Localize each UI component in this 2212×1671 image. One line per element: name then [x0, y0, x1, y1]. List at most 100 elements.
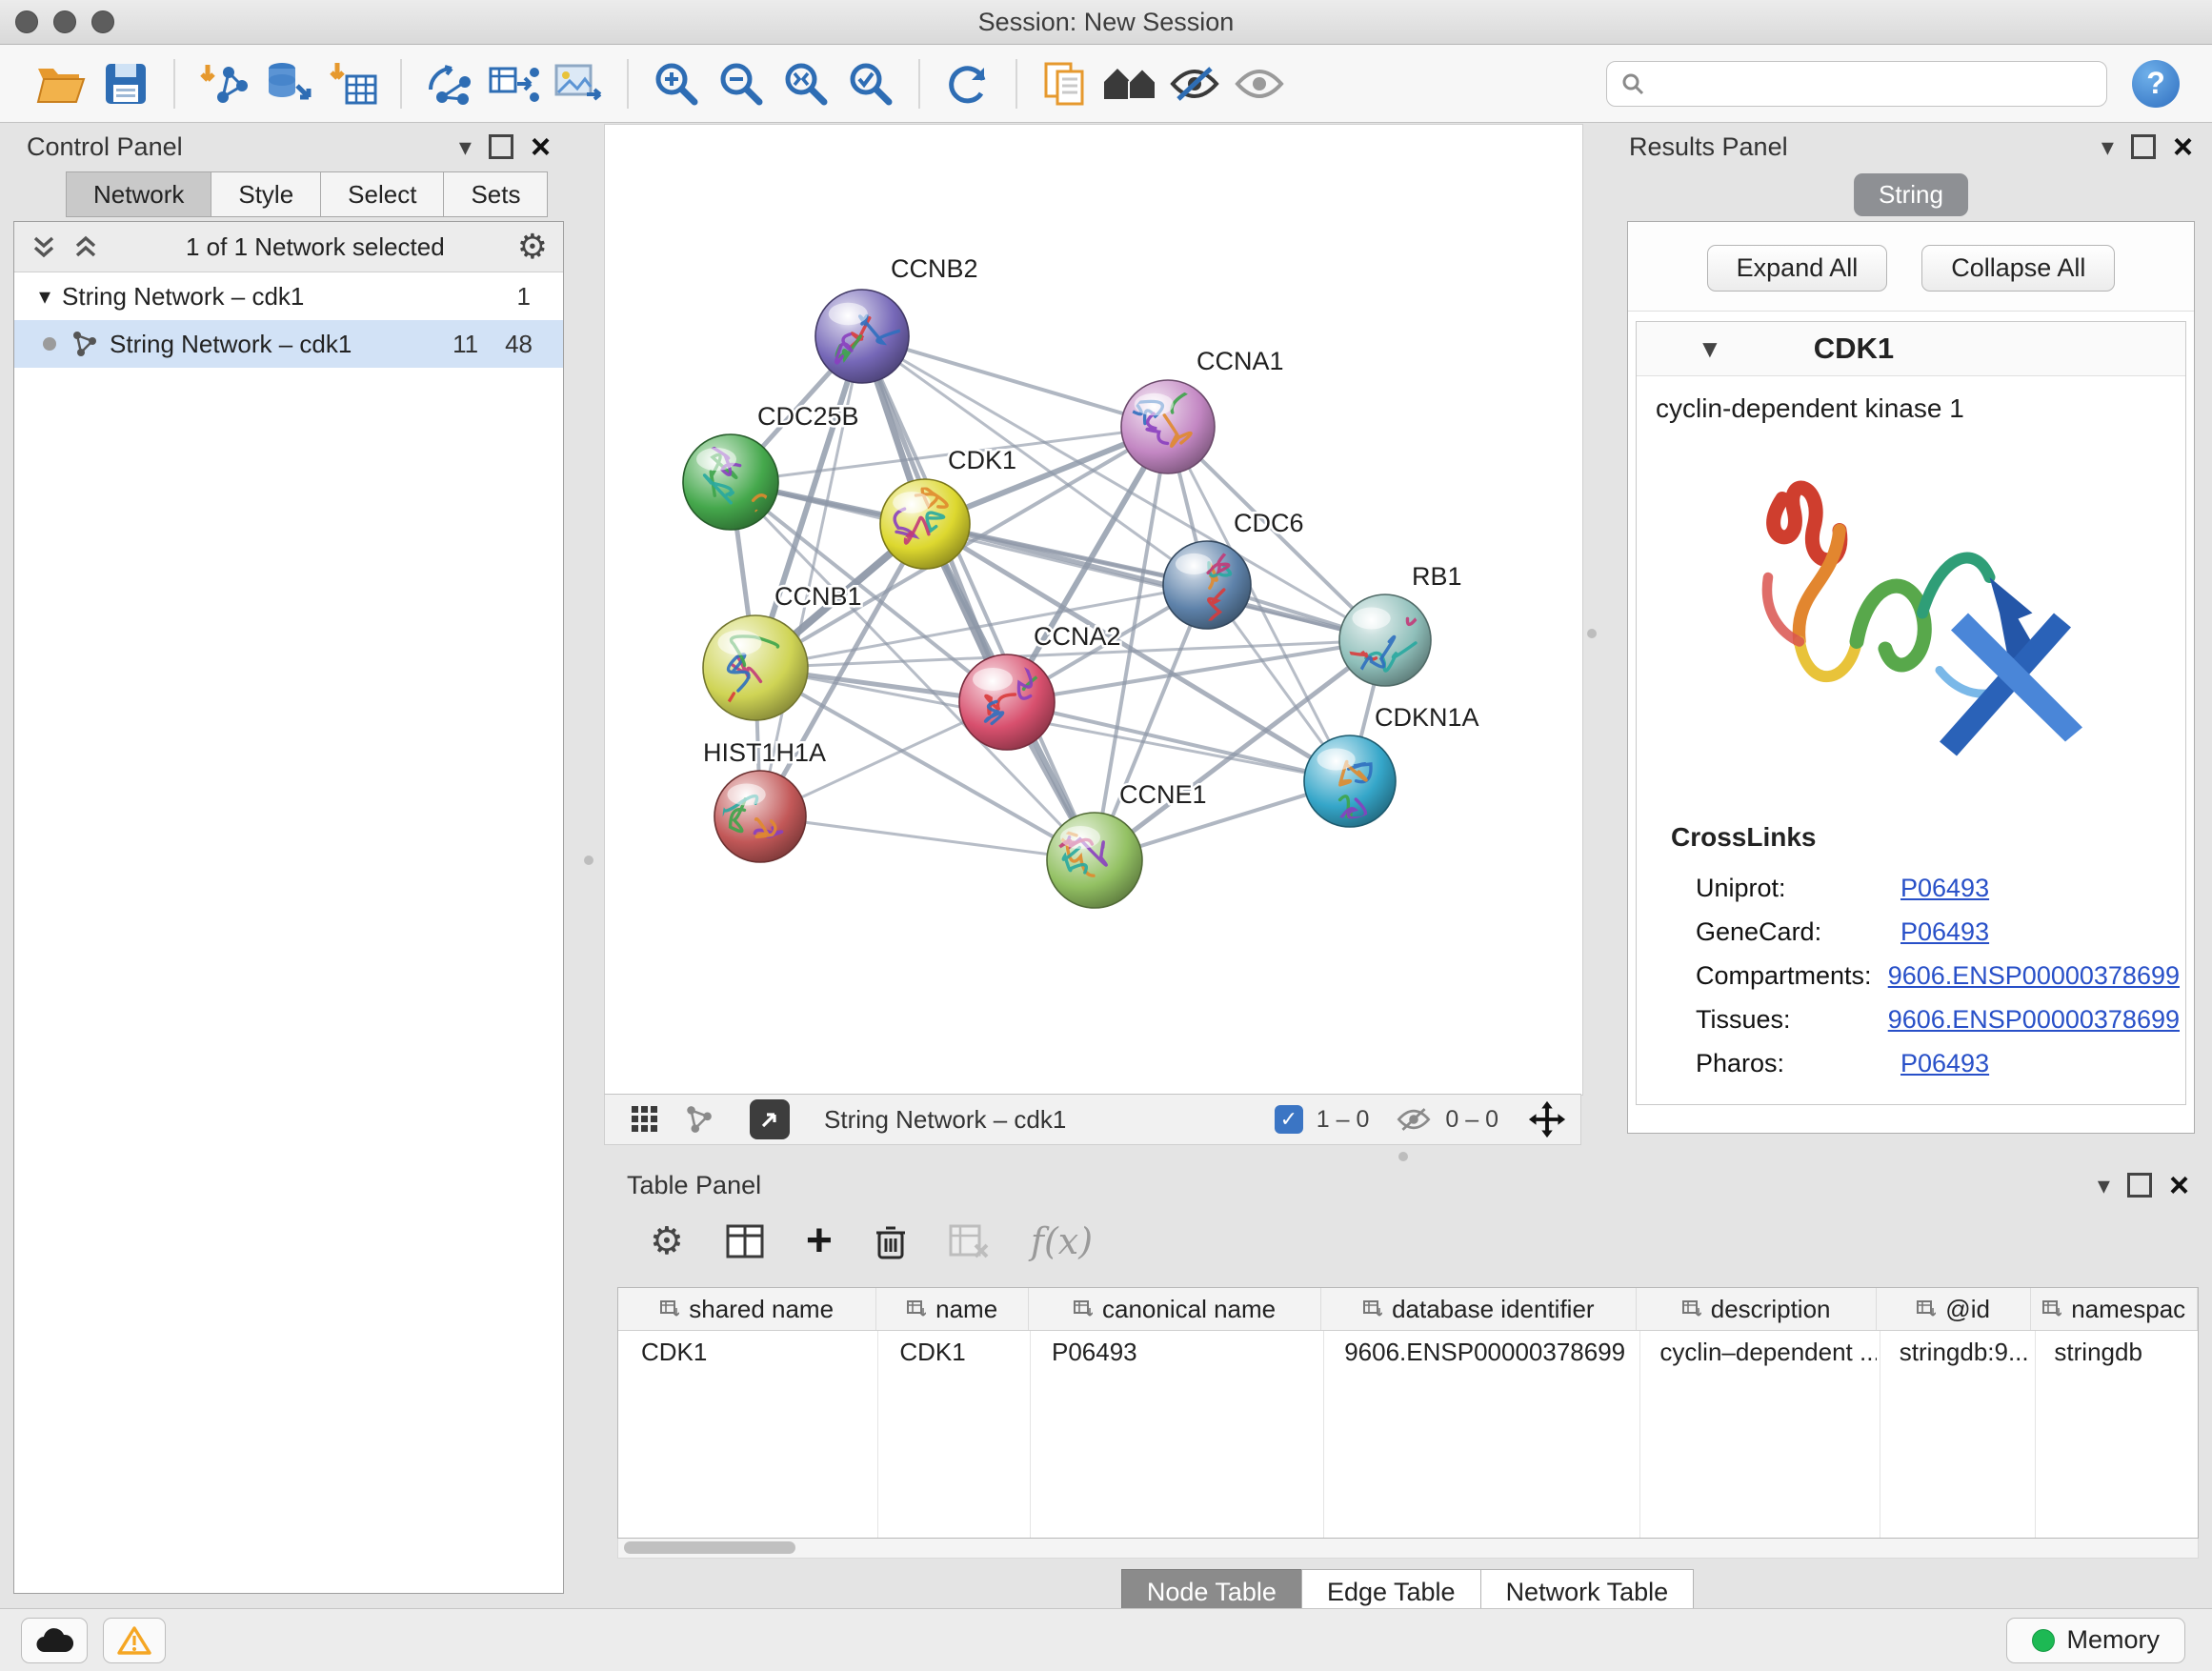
collapse-all-networks-icon[interactable] — [71, 232, 100, 261]
network-row-selected[interactable]: String Network – cdk1 11 48 — [14, 320, 563, 368]
column-header--id[interactable]: @id — [1877, 1288, 2032, 1330]
table-cell[interactable]: P06493 — [1029, 1338, 1321, 1367]
crosslink-label: Compartments: — [1671, 961, 1888, 991]
show-columns-icon[interactable] — [726, 1224, 764, 1258]
table-cell[interactable]: cyclin–dependent ... — [1637, 1338, 1876, 1367]
panel-float-icon[interactable]: ▾ — [2098, 1171, 2110, 1200]
zoom-fit-icon[interactable] — [778, 55, 834, 112]
splitter-handle[interactable] — [1587, 629, 1597, 638]
gear-icon[interactable]: ⚙ — [517, 230, 548, 264]
network-node-cdc25b[interactable] — [683, 434, 778, 530]
splitter-handle[interactable] — [584, 856, 593, 865]
horizontal-scrollbar[interactable] — [617, 1539, 2199, 1559]
copy-icon[interactable] — [1037, 55, 1093, 112]
panel-float-icon[interactable]: ▾ — [459, 132, 472, 162]
collapse-section-icon[interactable]: ▼ — [1698, 334, 1722, 364]
zoom-out-icon[interactable] — [714, 55, 769, 112]
crosslink-value-link[interactable]: P06493 — [1900, 874, 1989, 903]
tab-string[interactable]: String — [1854, 173, 1968, 216]
network-edge[interactable] — [862, 336, 1095, 860]
warnings-button[interactable] — [103, 1618, 166, 1663]
splitter-handle[interactable] — [1398, 1152, 1408, 1161]
network-node-ccnb1[interactable] — [703, 615, 808, 725]
detach-view-icon[interactable] — [750, 1099, 790, 1139]
crosslink-value-link[interactable]: 9606.ENSP00000378699 — [1888, 1005, 2180, 1035]
network-edge[interactable] — [1007, 702, 1350, 781]
expand-all-button[interactable]: Expand All — [1707, 245, 1888, 292]
import-network-database-icon[interactable] — [260, 55, 315, 112]
cloud-status-button[interactable] — [21, 1618, 88, 1663]
hide-eye-icon[interactable] — [1167, 55, 1222, 112]
table-row[interactable]: CDK1CDK1P064939606.ENSP00000378699cyclin… — [618, 1331, 2198, 1373]
import-table-icon[interactable] — [325, 55, 380, 112]
crosslink-value-link[interactable]: P06493 — [1900, 1049, 1989, 1078]
table-cell[interactable]: stringdb:9... — [1877, 1338, 2032, 1367]
network-node-hist1h1a[interactable] — [714, 771, 807, 862]
crosslink-value-link[interactable]: P06493 — [1900, 917, 1989, 947]
import-network-file-icon[interactable] — [195, 55, 251, 112]
panel-close-icon[interactable]: × — [531, 137, 551, 156]
panel-float-icon[interactable]: ▾ — [2101, 132, 2114, 162]
panel-maximize-icon[interactable] — [489, 134, 513, 159]
network-node-ccnb2[interactable] — [815, 290, 909, 383]
selected-nodes-icon[interactable]: ✓ — [1275, 1105, 1303, 1134]
tab-network[interactable]: Network — [66, 171, 211, 217]
table-cell[interactable]: CDK1 — [618, 1338, 876, 1367]
memory-button[interactable]: Memory — [2006, 1618, 2185, 1663]
network-node-cdk1[interactable] — [880, 479, 970, 569]
column-header-namespac[interactable]: namespac — [2031, 1288, 2198, 1330]
panel-maximize-icon[interactable] — [2127, 1173, 2152, 1198]
column-header-description[interactable]: description — [1637, 1288, 1876, 1330]
network-edge[interactable] — [862, 336, 1168, 427]
table-cell[interactable]: 9606.ENSP00000378699 — [1321, 1338, 1637, 1367]
tab-style[interactable]: Style — [211, 171, 321, 217]
export-image-icon[interactable] — [552, 55, 607, 112]
tree-expand-icon[interactable]: ▾ — [39, 283, 50, 311]
home-icon[interactable] — [1102, 55, 1157, 112]
network-node-rb1[interactable] — [1339, 582, 1431, 686]
network-node-ccna1[interactable] — [1119, 380, 1215, 473]
column-header-shared-name[interactable]: shared name — [618, 1288, 876, 1330]
network-node-cdc6[interactable] — [1163, 541, 1251, 629]
tab-sets[interactable]: Sets — [443, 171, 548, 217]
show-eye-icon[interactable] — [1232, 55, 1287, 112]
gene-section-header[interactable]: ▼ CDK1 — [1637, 322, 2185, 376]
network-collection-row[interactable]: ▾ String Network – cdk1 1 — [14, 272, 563, 320]
hidden-elements-icon[interactable] — [1396, 1105, 1432, 1134]
column-header-canonical-name[interactable]: canonical name — [1029, 1288, 1321, 1330]
search-field[interactable] — [1606, 61, 2107, 107]
zoom-selected-icon[interactable] — [843, 55, 898, 112]
network-edge[interactable] — [760, 816, 1095, 860]
add-column-icon[interactable]: + — [806, 1224, 833, 1258]
search-input[interactable] — [1655, 68, 2093, 99]
collapse-all-button[interactable]: Collapse All — [1921, 245, 2115, 292]
network-canvas[interactable]: CCNB2CCNA1CDC25BCDK1CDC6RB1CCNB1CCNA2CDK… — [604, 124, 1583, 1096]
network-node-cdkn1a[interactable] — [1304, 735, 1396, 845]
column-header-name[interactable]: name — [876, 1288, 1029, 1330]
crosslink-value-link[interactable]: 9606.ENSP00000378699 — [1888, 961, 2180, 991]
expand-all-networks-icon[interactable] — [30, 232, 58, 261]
scrollbar-thumb[interactable] — [624, 1541, 795, 1554]
save-icon[interactable] — [98, 55, 153, 112]
column-header-database-identifier[interactable]: database identifier — [1321, 1288, 1637, 1330]
panel-close-icon[interactable]: × — [2173, 137, 2193, 156]
table-cell[interactable]: stringdb — [2031, 1338, 2198, 1367]
layout-refresh-icon[interactable] — [940, 55, 995, 112]
network-view-icon[interactable] — [676, 1091, 720, 1148]
network-node-ccne1[interactable] — [1047, 813, 1142, 908]
birdseye-move-icon[interactable] — [1527, 1099, 1567, 1139]
zoom-in-icon[interactable] — [649, 55, 704, 112]
network-node-ccna2[interactable] — [959, 645, 1060, 750]
network-from-table-icon[interactable] — [487, 55, 542, 112]
table-cell[interactable]: CDK1 — [876, 1338, 1029, 1367]
help-icon[interactable]: ? — [2132, 60, 2180, 108]
table-settings-gear-icon[interactable]: ⚙ — [650, 1224, 684, 1258]
grid-view-icon[interactable] — [623, 1091, 667, 1148]
function-builder-icon[interactable]: f(x) — [1031, 1220, 1093, 1262]
panel-close-icon[interactable]: × — [2169, 1176, 2189, 1195]
open-folder-icon[interactable] — [33, 55, 89, 112]
new-network-icon[interactable] — [422, 55, 477, 112]
tab-select[interactable]: Select — [320, 171, 444, 217]
panel-maximize-icon[interactable] — [2131, 134, 2156, 159]
delete-column-icon[interactable] — [875, 1223, 907, 1259]
